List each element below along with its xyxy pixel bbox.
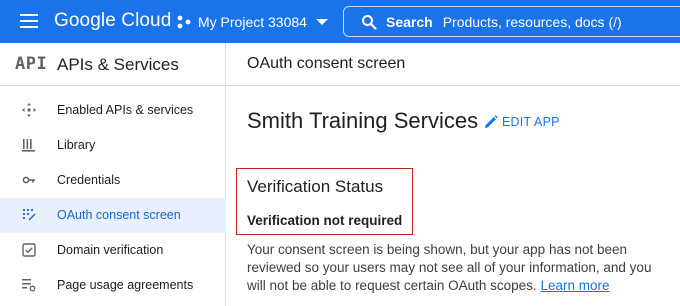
sidebar-item-label: Library [57,138,96,152]
google-cloud-logo[interactable]: Google Cloud [54,10,171,32]
menu-icon[interactable] [20,14,38,28]
project-selector[interactable]: My Project 33084 [176,9,328,35]
edit-app-button[interactable]: EDIT APP [484,115,560,129]
api-services-icon [22,103,36,117]
learn-more-link[interactable]: Learn more [540,278,609,293]
sidebar-item-domain-verification[interactable]: Domain verification [0,233,226,268]
project-dots-icon [177,15,191,29]
page-title: OAuth consent screen [247,55,406,72]
top-app-bar: Google Cloud My Project 33084 Search Pro… [0,0,680,43]
sidebar-title: APIs & Services [57,55,179,74]
verification-status-title: Verification Status [247,177,384,196]
sidebar-item-page-usage[interactable]: Page usage agreements [0,268,226,303]
library-icon [22,139,35,152]
settings-list-icon [22,279,36,292]
key-icon [22,176,35,184]
search-label: Search [386,13,433,30]
page-header: OAuth consent screen [226,43,680,86]
sidebar: API APIs & Services Enabled APIs & servi… [0,43,226,306]
project-name: My Project 33084 [198,14,307,30]
sidebar-item-library[interactable]: Library [0,128,226,163]
sidebar-item-label: Credentials [57,173,121,187]
chevron-down-icon [315,19,328,25]
search-input[interactable]: Search Products, resources, docs (/) [343,6,680,37]
sidebar-item-oauth-consent[interactable]: OAuth consent screen [0,198,226,233]
sidebar-item-label: Enabled APIs & services [57,103,194,117]
pencil-icon [485,115,498,128]
search-icon [362,14,377,30]
sidebar-item-label: Domain verification [57,243,164,257]
sidebar-item-credentials[interactable]: Credentials [0,163,226,198]
consent-description: Your consent screen is being shown, but … [247,241,667,295]
search-placeholder: Products, resources, docs (/) [442,13,622,30]
edit-app-label: EDIT APP [502,115,560,129]
checkbox-icon [22,243,36,257]
api-badge: API [15,54,48,74]
app-name: Smith Training Services [247,108,479,133]
sidebar-header: API APIs & Services [0,43,226,86]
verification-status-value: Verification not required [247,213,403,228]
sidebar-item-enabled-apis[interactable]: Enabled APIs & services [0,93,226,128]
sidebar-item-label: Page usage agreements [57,278,194,292]
consent-icon [22,208,36,221]
sidebar-item-label: OAuth consent screen [57,208,181,222]
